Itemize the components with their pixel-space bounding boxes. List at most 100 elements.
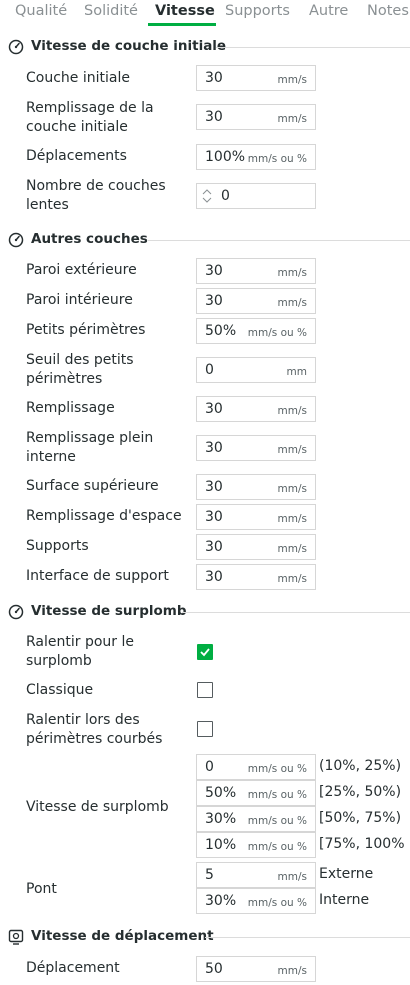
field-value: 30 (205, 440, 223, 456)
overhang-speed-10-25-input[interactable]: 0 mm/s ou % (196, 754, 316, 780)
label-top-surface: Surface supérieure (26, 478, 159, 494)
field-unit: mm/s ou % (247, 815, 307, 827)
infill-speed-input[interactable]: 30 mm/s (196, 396, 316, 422)
slow-down-for-overhang-checkbox[interactable] (197, 644, 213, 660)
label-overhang-speed: Vitesse de surplomb (26, 799, 169, 815)
label-bridge: Pont (26, 881, 57, 897)
section-first-layer-speed: Vitesse de couche initiale (0, 35, 410, 59)
label-inner-wall: Paroi intérieure (26, 292, 133, 308)
speedometer-icon (8, 604, 24, 620)
overhang-range-label: (10%, 25%) (319, 758, 402, 774)
label-slow-down-for-overhang: Ralentir pour le surplomb (26, 634, 134, 669)
section-divider (182, 612, 410, 613)
field-unit: mm/s (277, 483, 307, 495)
travel-speed-icon (8, 929, 24, 945)
small-perimeters-speed-input[interactable]: 50% mm/s ou % (196, 318, 316, 344)
field-unit: mm/s (277, 297, 307, 309)
field-unit: mm/s (277, 444, 307, 456)
section-divider (148, 240, 410, 241)
label-slow-down-curled-perimeters: Ralentir lors des périmètres courbés (26, 712, 163, 747)
field-unit: mm/s ou % (247, 841, 307, 853)
slow-down-curled-perimeters-checkbox[interactable] (197, 721, 213, 737)
label-outer-wall: Paroi extérieure (26, 262, 137, 278)
field-value: 30 (205, 509, 223, 525)
speedometer-icon (8, 39, 24, 55)
section-divider (216, 47, 410, 48)
bridge-internal-speed-input[interactable]: 30% mm/s ou % (196, 888, 316, 914)
checkmark-icon (200, 648, 210, 657)
support-speed-input[interactable]: 30 mm/s (196, 534, 316, 560)
field-value: 30 (205, 109, 223, 125)
overhang-range-label: [25%, 50%) (319, 784, 402, 800)
field-unit: mm/s (277, 74, 307, 86)
tab-supports[interactable]: Supports (225, 3, 290, 19)
speedometer-icon (8, 232, 24, 248)
label-small-perimeter-threshold: Seuil des petits périmètres (26, 352, 134, 387)
field-unit: mm/s ou % (247, 789, 307, 801)
tab-notes[interactable]: Notes (367, 3, 409, 19)
field-value: 30 (205, 479, 223, 495)
label-infill: Remplissage (26, 400, 115, 416)
travel-speed-input[interactable]: 50 mm/s (196, 956, 316, 982)
top-surface-speed-input[interactable]: 30 mm/s (196, 474, 316, 500)
overhang-range-label: [50%, 75%) (319, 810, 402, 826)
section-title: Autres couches (31, 231, 148, 247)
bridge-external-speed-input[interactable]: 5 mm/s (196, 862, 316, 888)
field-unit: mm/s (277, 573, 307, 585)
tab-strength[interactable]: Solidité (84, 3, 138, 19)
label-support-interface: Interface de support (26, 568, 169, 584)
bridge-internal-label: Interne (319, 892, 370, 908)
internal-solid-infill-speed-input[interactable]: 30 mm/s (196, 435, 316, 461)
gap-fill-speed-input[interactable]: 30 mm/s (196, 504, 316, 530)
stepper-arrows-icon[interactable] (201, 186, 213, 206)
tab-speed[interactable]: Vitesse (155, 3, 215, 19)
initial-layer-travel-speed-input[interactable]: 100% mm/s ou % (196, 144, 316, 170)
small-perimeter-threshold-input[interactable]: 0 mm (196, 357, 316, 383)
label-internal-solid-infill: Remplissage plein interne (26, 430, 154, 465)
field-unit: mm/s ou % (247, 153, 307, 165)
overhang-speed-25-50-input[interactable]: 50% mm/s ou % (196, 780, 316, 806)
tab-quality[interactable]: Qualité (15, 3, 67, 19)
field-value: 10% (205, 837, 237, 853)
field-value: 30 (205, 539, 223, 555)
field-unit: mm/s (277, 871, 307, 883)
field-unit: mm/s ou % (247, 763, 307, 775)
section-travel-speed: Vitesse de déplacement (0, 925, 410, 949)
field-unit: mm/s (277, 965, 307, 977)
support-interface-speed-input[interactable]: 30 mm/s (196, 564, 316, 590)
initial-layer-speed-input[interactable]: 30 mm/s (196, 65, 316, 91)
active-tab-indicator (148, 23, 216, 26)
outer-wall-speed-input[interactable]: 30 mm/s (196, 258, 316, 284)
classic-checkbox[interactable] (197, 682, 213, 698)
label-travel: Déplacement (26, 960, 120, 976)
inner-wall-speed-input[interactable]: 30 mm/s (196, 288, 316, 314)
tab-other[interactable]: Autre (309, 3, 348, 19)
field-unit: mm/s ou % (247, 897, 307, 909)
field-value: 5 (205, 867, 214, 883)
field-value: 30% (205, 811, 237, 827)
slow-layers-spinner[interactable]: 0 (196, 183, 316, 209)
field-unit: mm/s (277, 113, 307, 125)
label-supports: Supports (26, 538, 89, 554)
section-title: Vitesse de surplomb (31, 603, 187, 619)
overhang-speed-50-75-input[interactable]: 30% mm/s ou % (196, 806, 316, 832)
section-title: Vitesse de couche initiale (31, 38, 227, 54)
field-value: 100% (205, 149, 246, 165)
initial-layer-infill-speed-input[interactable]: 30 mm/s (196, 104, 316, 130)
field-value: 0 (221, 188, 230, 204)
field-value: 30 (205, 263, 223, 279)
field-unit: mm/s (277, 513, 307, 525)
label-classic: Classique (26, 682, 94, 698)
section-divider (205, 937, 410, 938)
overhang-range-label: [75%, 100% (319, 836, 405, 852)
field-value: 50% (205, 323, 237, 339)
label-initial-travel: Déplacements (26, 148, 127, 164)
field-value: 30 (205, 293, 223, 309)
overhang-speed-75-100-input[interactable]: 10% mm/s ou % (196, 832, 316, 858)
label-small-perimeters: Petits périmètres (26, 322, 146, 338)
field-value: 30 (205, 70, 223, 86)
label-initial-layer-infill: Remplissage de la couche initiale (26, 100, 154, 135)
field-unit: mm/s (277, 267, 307, 279)
field-value: 50 (205, 961, 223, 977)
field-value: 30 (205, 569, 223, 585)
